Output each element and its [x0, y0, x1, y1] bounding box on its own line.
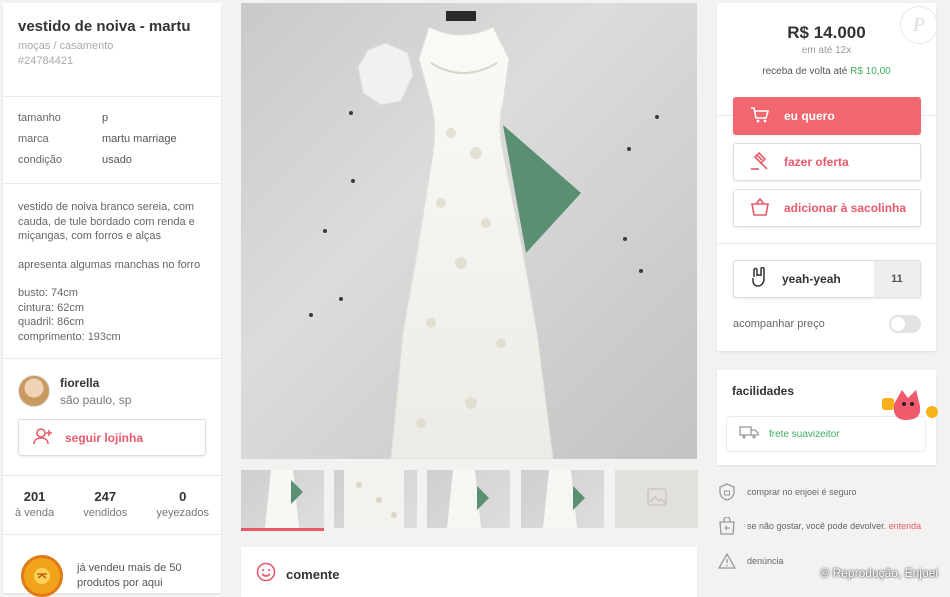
purepeople-logo: P	[900, 6, 938, 44]
product-id: #24784421	[18, 55, 74, 67]
gavel-icon	[750, 151, 770, 173]
facilities-panel: facilidades frete suavizeitor	[717, 370, 938, 465]
product-header: vestido de noiva - martu moças / casamen…	[3, 18, 221, 97]
seller-badge: já vendeu mais de 50 produtos por aqui	[3, 535, 221, 597]
attribute-row: marca martu marriage	[18, 128, 206, 149]
offer-label: fazer oferta	[784, 155, 849, 169]
measure-bust: busto: 74cm	[18, 287, 78, 299]
buy-label: eu quero	[784, 109, 835, 123]
buy-button[interactable]: eu quero	[733, 97, 921, 135]
stat-label: vendidos	[83, 507, 128, 519]
thumbnail-3[interactable]	[427, 470, 510, 528]
stat-value: 0	[179, 489, 187, 504]
return-policy-row: se não gostar, você pode devolver. enten…	[717, 516, 921, 536]
report-label: denúncia	[747, 556, 784, 566]
avatar[interactable]	[18, 375, 50, 407]
product-description: vestido de noiva branco sereia, com caud…	[3, 184, 221, 359]
badge-text: já vendeu mais de 50 produtos por aqui	[77, 562, 182, 589]
follow-store-button[interactable]: seguir lojinha	[18, 419, 206, 456]
watch-price-toggle[interactable]	[889, 315, 921, 333]
bag-icon	[750, 197, 770, 219]
stat-for-sale[interactable]: 201 à venda	[15, 489, 54, 519]
wedding-dress-photo	[309, 11, 659, 459]
product-info-panel: vestido de noiva - martu moças / casamen…	[3, 3, 221, 597]
add-user-icon	[33, 427, 53, 448]
description-text: vestido de noiva branco sereia, com caud…	[18, 201, 195, 242]
thumbnail-image	[447, 470, 489, 528]
seller-section: fiorella são paulo, sp seguir lojinha	[3, 359, 221, 476]
cart-icon	[750, 106, 770, 127]
yeah-yeah-button[interactable]: yeah-yeah 11	[733, 260, 921, 298]
bag-label: adicionar à sacolinha	[784, 201, 907, 215]
thumbnail-image	[265, 470, 303, 528]
rock-hand-icon	[750, 266, 768, 292]
return-bag-icon	[717, 516, 737, 536]
shield-icon	[717, 482, 737, 502]
follow-label: seguir lojinha	[65, 430, 144, 445]
stat-value: 201	[23, 489, 46, 504]
smile-icon	[256, 562, 276, 587]
thumbnail-image	[344, 470, 404, 528]
description-note: apresenta algumas manchas no forro	[18, 258, 201, 271]
truck-icon	[739, 425, 759, 444]
installments: em até 12x	[801, 45, 852, 56]
attribute-value[interactable]: martu marriage	[102, 133, 177, 145]
report-row[interactable]: denúncia	[717, 551, 784, 571]
shipping-label: frete suavizeitor	[769, 428, 840, 440]
thumbnail-1[interactable]	[241, 470, 324, 531]
attribute-row: tamanho p	[18, 107, 206, 128]
attribute-key: tamanho	[18, 111, 61, 124]
return-label: se não gostar, você pode devolver.	[747, 521, 887, 531]
purchase-panel: R$ 14.000 em até 12x receba de volta até…	[717, 3, 936, 351]
cashback-value: R$ 10,00	[850, 66, 891, 77]
stat-label: à venda	[15, 507, 55, 519]
product-attributes: tamanho p marca martu marriage condição usa…	[3, 97, 221, 184]
comment-label: comente	[286, 567, 340, 582]
seller-profile[interactable]: fiorella são paulo, sp	[18, 375, 206, 407]
safe-purchase-row: comprar no enjoei é seguro	[717, 482, 857, 502]
warning-icon	[717, 551, 737, 571]
stat-value: 247	[94, 489, 117, 504]
attribute-row: condição usado	[18, 149, 206, 170]
photo-credit: © Reprodução, Enjoei	[820, 566, 938, 580]
stat-label: yeyezados	[156, 507, 209, 519]
measure-waist: cintura: 62cm	[18, 301, 85, 314]
watch-price-label: acompanhar preço	[733, 318, 825, 330]
stat-sold[interactable]: 247 vendidos	[83, 489, 127, 519]
attribute-value: p	[102, 111, 109, 124]
thumbnail-more[interactable]	[615, 470, 698, 528]
measure-hip: quadril: 86cm	[18, 316, 85, 328]
yeah-count: 11	[874, 261, 920, 297]
return-link[interactable]: entenda	[889, 521, 922, 531]
measure-length: comprimento: 193cm	[18, 330, 121, 343]
add-to-bag-button[interactable]: adicionar à sacolinha	[733, 189, 921, 227]
seller-stats: 201 à venda 247 vendidos 0 yeyezados	[3, 476, 221, 535]
product-title: vestido de noiva - martu	[18, 18, 191, 35]
mascot-icon	[880, 384, 938, 420]
cashback: receba de volta até R$ 10,00	[717, 66, 936, 77]
thumbnail-2[interactable]	[334, 470, 417, 528]
cashback-prefix: receba de volta até	[762, 66, 848, 77]
yeah-label: yeah-yeah	[782, 272, 841, 286]
main-product-image[interactable]	[241, 3, 697, 459]
attribute-key: marca	[18, 132, 49, 145]
image-icon	[646, 487, 667, 511]
breadcrumb[interactable]: moças / casamento	[18, 40, 206, 52]
thumbnail-4[interactable]	[521, 470, 604, 528]
safe-label: comprar no enjoei é seguro	[747, 487, 857, 497]
medal-icon	[21, 555, 63, 597]
thumbnail-image	[543, 470, 585, 528]
make-offer-button[interactable]: fazer oferta	[733, 143, 921, 181]
stat-yeyezados[interactable]: 0 yeyezados	[156, 489, 209, 519]
seller-name[interactable]: fiorella	[60, 376, 131, 390]
seller-location: são paulo, sp	[60, 392, 132, 407]
attribute-value: usado	[102, 153, 132, 166]
facilities-title: facilidades	[732, 384, 795, 398]
attribute-key: condição	[18, 153, 63, 166]
